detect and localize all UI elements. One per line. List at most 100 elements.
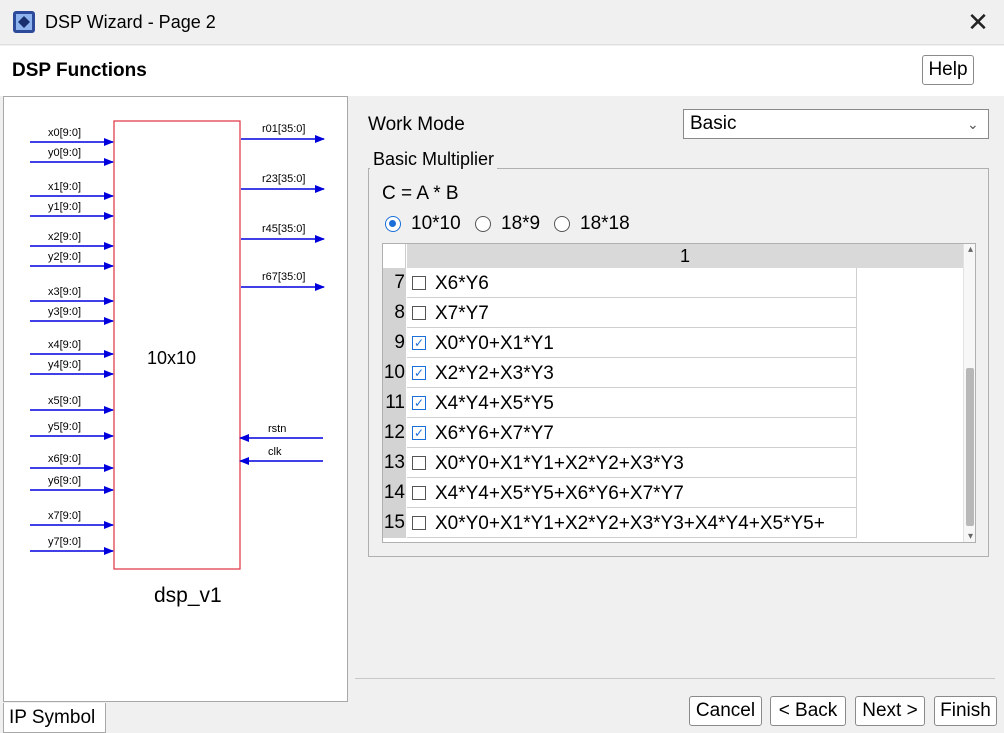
input-port-label: y5[9:0] bbox=[48, 421, 81, 433]
input-port-label: x1[9:0] bbox=[48, 181, 81, 193]
input-port-label: y2[9:0] bbox=[48, 251, 81, 263]
close-icon[interactable]: ✕ bbox=[964, 8, 992, 36]
output-port-label: r67[35:0] bbox=[262, 271, 305, 283]
chevron-down-icon: ⌄ bbox=[967, 116, 979, 132]
cancel-button[interactable]: Cancel bbox=[689, 696, 762, 726]
input-port-label: x6[9:0] bbox=[48, 453, 81, 465]
checkbox[interactable] bbox=[412, 456, 426, 470]
work-mode-label: Work Mode bbox=[368, 114, 465, 135]
output-port-label: r23[35:0] bbox=[262, 173, 305, 185]
row-number: 12 bbox=[383, 418, 406, 448]
cell-text: X6*Y6 bbox=[435, 273, 489, 294]
app-icon bbox=[12, 10, 36, 34]
checkbox[interactable] bbox=[412, 486, 426, 500]
table-cell[interactable]: X4*Y4+X5*Y5+X6*Y6+X7*Y7 bbox=[407, 478, 857, 508]
function-table: 1 7 X6*Y6 8 X7*Y7 9 ✓ X0*Y0+X1*Y1 10 ✓ X… bbox=[382, 243, 976, 543]
row-number: 15 bbox=[383, 508, 406, 538]
row-number: 13 bbox=[383, 448, 406, 478]
cell-text: X4*Y4+X5*Y5 bbox=[435, 393, 554, 414]
input-port-label: x4[9:0] bbox=[48, 339, 81, 351]
checkbox[interactable]: ✓ bbox=[412, 396, 426, 410]
table-cell[interactable]: ✓ X6*Y6+X7*Y7 bbox=[407, 418, 857, 448]
ip-symbol-panel: 10x10 dsp_v1 x0[9:0] y0[9:0] x1[9:0] y1[9:0… bbox=[3, 96, 348, 702]
radio-18x9[interactable] bbox=[475, 216, 491, 232]
checkbox[interactable]: ✓ bbox=[412, 366, 426, 380]
ip-symbol-diagram: 10x10 dsp_v1 x0[9:0] y0[9:0] x1[9:0] y1[9:0… bbox=[4, 97, 347, 706]
table-row: 11 ✓ X4*Y4+X5*Y5 bbox=[383, 388, 963, 418]
checkbox[interactable] bbox=[412, 276, 426, 290]
scroll-up-icon[interactable]: ▴ bbox=[964, 244, 975, 256]
control-port-label: rstn bbox=[268, 423, 286, 435]
table-row: 7 X6*Y6 bbox=[383, 268, 963, 298]
radio-18x18[interactable] bbox=[554, 216, 570, 232]
row-number: 14 bbox=[383, 478, 406, 508]
column-header: 1 bbox=[407, 244, 963, 268]
formula-text: C = A * B bbox=[382, 183, 459, 204]
radio-label-18x18: 18*18 bbox=[580, 213, 630, 234]
row-number: 9 bbox=[383, 328, 406, 358]
scroll-thumb[interactable] bbox=[966, 368, 974, 526]
work-mode-select[interactable]: Basic bbox=[683, 109, 989, 139]
footer-divider bbox=[355, 678, 995, 679]
table-row: 8 X7*Y7 bbox=[383, 298, 963, 328]
input-port-label: x3[9:0] bbox=[48, 286, 81, 298]
table-row: 9 ✓ X0*Y0+X1*Y1 bbox=[383, 328, 963, 358]
input-port-label: x0[9:0] bbox=[48, 127, 81, 139]
group-label: Basic Multiplier bbox=[370, 149, 498, 170]
input-port-label: y6[9:0] bbox=[48, 475, 81, 487]
checkbox[interactable] bbox=[412, 516, 426, 530]
block-label: 10x10 bbox=[147, 348, 196, 368]
input-port-label: x5[9:0] bbox=[48, 395, 81, 407]
tab-ip-symbol[interactable]: IP Symbol bbox=[3, 703, 106, 733]
cell-text: X7*Y7 bbox=[435, 303, 489, 324]
window-title: DSP Wizard - Page 2 bbox=[45, 12, 216, 32]
table-cell[interactable]: ✓ X0*Y0+X1*Y1 bbox=[407, 328, 857, 358]
scroll-down-icon[interactable]: ▾ bbox=[964, 531, 975, 542]
vertical-scrollbar[interactable]: ▴ ▾ bbox=[963, 244, 975, 542]
cell-text: X0*Y0+X1*Y1+X2*Y2+X3*Y3 bbox=[435, 453, 684, 474]
input-port-label: x7[9:0] bbox=[48, 510, 81, 522]
radio-label-18x9: 18*9 bbox=[501, 213, 541, 234]
checkbox[interactable]: ✓ bbox=[412, 426, 426, 440]
input-port-label: y0[9:0] bbox=[48, 147, 81, 159]
table-cell[interactable]: X7*Y7 bbox=[407, 298, 857, 328]
cell-text: X6*Y6+X7*Y7 bbox=[435, 423, 554, 444]
cell-text: X0*Y0+X1*Y1 bbox=[435, 333, 554, 354]
help-button[interactable]: Help bbox=[922, 55, 974, 85]
output-port-label: r45[35:0] bbox=[262, 223, 305, 235]
table-cell[interactable]: X0*Y0+X1*Y1+X2*Y2+X3*Y3 bbox=[407, 448, 857, 478]
output-port-label: r01[35:0] bbox=[262, 123, 305, 135]
input-port-label: y1[9:0] bbox=[48, 201, 81, 213]
instance-name: dsp_v1 bbox=[154, 584, 222, 607]
back-button[interactable]: < Back bbox=[770, 696, 846, 726]
page-header bbox=[0, 46, 1004, 96]
table-row: 14 X4*Y4+X5*Y5+X6*Y6+X7*Y7 bbox=[383, 478, 963, 508]
radio-label-10x10: 10*10 bbox=[411, 213, 461, 234]
dsp-block bbox=[113, 120, 241, 570]
cell-text: X0*Y0+X1*Y1+X2*Y2+X3*Y3+X4*Y4+X5*Y5+ bbox=[435, 513, 825, 534]
table-row: 12 ✓ X6*Y6+X7*Y7 bbox=[383, 418, 963, 448]
table-row: 15 X0*Y0+X1*Y1+X2*Y2+X3*Y3+X4*Y4+X5*Y5+ bbox=[383, 508, 963, 538]
table-cell[interactable]: ✓ X2*Y2+X3*Y3 bbox=[407, 358, 857, 388]
table-rows: 7 X6*Y6 8 X7*Y7 9 ✓ X0*Y0+X1*Y1 10 ✓ X2*… bbox=[383, 268, 963, 538]
table-cell[interactable]: ✓ X4*Y4+X5*Y5 bbox=[407, 388, 857, 418]
row-number: 7 bbox=[383, 268, 406, 298]
table-cell[interactable]: X0*Y0+X1*Y1+X2*Y2+X3*Y3+X4*Y4+X5*Y5+ bbox=[407, 508, 857, 538]
radio-10x10[interactable] bbox=[385, 216, 401, 232]
page-title: DSP Functions bbox=[12, 60, 147, 81]
cell-text: X2*Y2+X3*Y3 bbox=[435, 363, 554, 384]
row-number: 11 bbox=[383, 388, 406, 418]
input-port-label: y3[9:0] bbox=[48, 306, 81, 318]
checkbox[interactable] bbox=[412, 306, 426, 320]
control-port-label: clk bbox=[268, 446, 282, 458]
next-button[interactable]: Next > bbox=[855, 696, 925, 726]
row-number: 10 bbox=[383, 358, 406, 388]
finish-button[interactable]: Finish bbox=[934, 696, 997, 726]
input-port-label: x2[9:0] bbox=[48, 231, 81, 243]
table-corner bbox=[383, 244, 406, 268]
table-row: 10 ✓ X2*Y2+X3*Y3 bbox=[383, 358, 963, 388]
checkbox[interactable]: ✓ bbox=[412, 336, 426, 350]
table-cell[interactable]: X6*Y6 bbox=[407, 268, 857, 298]
cell-text: X4*Y4+X5*Y5+X6*Y6+X7*Y7 bbox=[435, 483, 684, 504]
input-port-label: y7[9:0] bbox=[48, 536, 81, 548]
